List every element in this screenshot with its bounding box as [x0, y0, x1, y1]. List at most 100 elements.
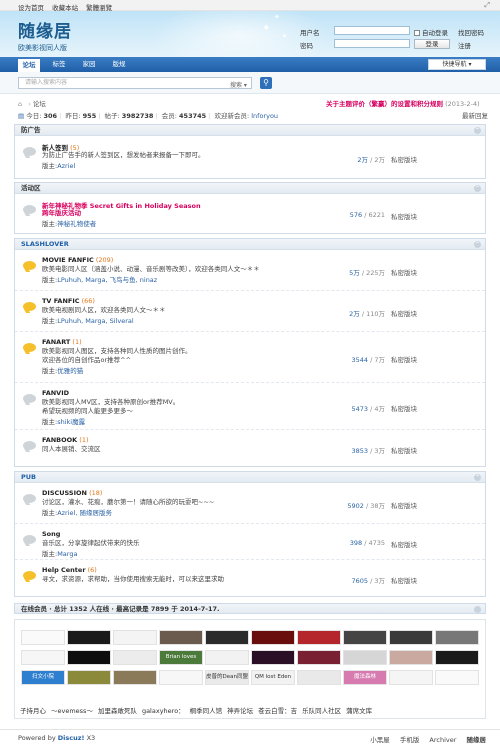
online-members-header[interactable]: 在线会员 · 总计 1352 人在线 · 最高记录是 7899 于 2014-7…	[14, 603, 486, 614]
private-forum-label[interactable]: 私密版块	[391, 308, 417, 318]
tab-rules[interactable]: 版规	[108, 58, 130, 70]
private-forum-label[interactable]: 私密版块	[391, 403, 417, 413]
collapse-icon[interactable]: ⌃	[474, 241, 481, 248]
latest-replies-link[interactable]: 最新回复	[462, 110, 488, 120]
friend-link-banner[interactable]: 皮普的Dean同盟	[205, 670, 249, 685]
search-type-select[interactable]: 搜索 ▾	[230, 80, 247, 89]
tab-forum[interactable]: 论坛	[18, 59, 40, 72]
category-header[interactable]: 防广告 ⌃	[15, 125, 485, 136]
moderator-links[interactable]: Marga	[57, 550, 77, 558]
friend-link-banner[interactable]	[389, 630, 433, 645]
friend-link-name[interactable]: 加里森敢死队	[98, 707, 137, 715]
moderator-links[interactable]: 神秘礼物使者	[57, 220, 96, 228]
search-button[interactable]: ⚲	[260, 77, 272, 89]
moderator-links[interactable]: LPuhuh, Marga, 飞鸟与鱼, ninaz	[57, 276, 157, 284]
friend-link-banner[interactable]	[67, 650, 111, 665]
register-link[interactable]: 注册	[458, 40, 471, 50]
password-input[interactable]	[334, 39, 410, 48]
forum-name-link[interactable]: Song	[42, 530, 60, 538]
footer-link-archiver[interactable]: Archiver	[429, 736, 456, 744]
moderator-links[interactable]: 优雅的猫	[57, 367, 83, 375]
forum-name-link[interactable]: FANVID	[42, 389, 69, 397]
search-input[interactable]: 请输入搜索内容	[18, 77, 252, 89]
moderator-links[interactable]: Azriel	[57, 162, 75, 170]
tab-tags[interactable]: 标签	[48, 58, 70, 70]
friend-link-banner[interactable]	[343, 650, 387, 665]
friend-link-banner[interactable]	[159, 630, 203, 645]
friend-link-banner[interactable]	[251, 650, 295, 665]
friend-link-banner[interactable]	[435, 670, 479, 685]
collapse-icon[interactable]: ⌃	[474, 474, 481, 481]
moderator-links[interactable]: LPuhuh, Marga, Silveral	[57, 317, 133, 325]
moderator-links[interactable]: shiki魔露	[57, 418, 85, 426]
friend-link-name[interactable]: 乐队同人社区	[302, 707, 341, 715]
site-logo[interactable]: 随缘居 欧美影视同人版	[18, 17, 72, 53]
login-button[interactable]: 登录	[414, 39, 450, 49]
private-forum-label[interactable]: 私密版块	[391, 575, 417, 585]
friend-link-banner[interactable]	[205, 650, 249, 665]
footer-link-blacklist[interactable]: 小黑屋	[370, 736, 390, 744]
collapse-icon[interactable]: ⌃	[474, 127, 481, 134]
private-forum-label[interactable]: 私密版块	[391, 445, 417, 455]
announcement-link[interactable]: 关于主题评价（繁赢）的设置和积分规则	[326, 100, 443, 108]
footer-link-site[interactable]: 随缘居	[467, 736, 487, 744]
resize-icon[interactable]: ⤢	[484, 1, 490, 10]
friend-link-name[interactable]: galaxyhero：	[142, 707, 185, 715]
private-forum-label[interactable]: 私密版块	[391, 500, 417, 510]
friend-link-banner[interactable]: Brian loves Justin	[159, 650, 203, 665]
friend-link-banner[interactable]	[435, 650, 479, 665]
breadcrumb-current[interactable]: 论坛	[33, 100, 46, 108]
username-input[interactable]	[334, 26, 410, 35]
private-forum-label[interactable]: 私密版块	[391, 154, 417, 164]
friend-link-banner[interactable]	[251, 630, 295, 645]
private-forum-label[interactable]: 私密版块	[391, 354, 417, 364]
moderator-links[interactable]: Azriel, 随缘居版务	[57, 509, 112, 517]
friend-link-banner[interactable]: 扫文小院	[21, 670, 65, 685]
forum-name-link[interactable]: TV FANFIC (66)	[42, 297, 95, 305]
friend-link-banner[interactable]	[113, 670, 157, 685]
friend-link-banner[interactable]	[435, 630, 479, 645]
friend-link-banner[interactable]	[21, 650, 65, 665]
friend-link-banner[interactable]	[389, 670, 433, 685]
newest-member-link[interactable]: lnforyou	[251, 112, 278, 120]
private-forum-label[interactable]: 私密版块	[391, 267, 417, 277]
friend-link-banner[interactable]	[297, 650, 341, 665]
friend-link-banner[interactable]	[113, 630, 157, 645]
friend-link-banner[interactable]: QM lost Eden	[251, 670, 295, 685]
friend-link-banner[interactable]	[389, 650, 433, 665]
friend-link-banner[interactable]	[297, 670, 341, 685]
friend-link-banner[interactable]	[67, 630, 111, 645]
friend-link-banner[interactable]	[21, 630, 65, 645]
forum-name-link[interactable]: FANART (1)	[42, 338, 82, 346]
collapse-icon[interactable]	[474, 606, 481, 613]
friend-link-banner[interactable]: 魔法森林	[343, 670, 387, 685]
footer-link-mobile[interactable]: 手机版	[400, 736, 420, 744]
forum-name-link[interactable]: Help Center (6)	[42, 566, 97, 574]
tab-home[interactable]: 家园	[78, 58, 100, 70]
friend-link-name[interactable]: 苍云白雪：吉	[258, 707, 297, 715]
friend-link-name[interactable]: 子持月心	[20, 707, 46, 715]
friend-link-name[interactable]: 桐季同人馆	[190, 707, 223, 715]
auto-login-checkbox[interactable]: 自动登录	[414, 27, 448, 37]
discuz-link[interactable]: Discuz!	[58, 734, 85, 742]
friend-link-name[interactable]: 蒲席文库	[346, 707, 372, 715]
private-forum-label[interactable]: 私密版块	[391, 211, 417, 221]
private-forum-label[interactable]: 私密版块	[391, 539, 417, 549]
friend-link-banner[interactable]	[159, 670, 203, 685]
home-icon[interactable]: ⌂	[18, 100, 22, 108]
category-header[interactable]: PUB ⌃	[15, 472, 485, 483]
forum-name-link[interactable]: MOVIE FANFIC (209)	[42, 256, 113, 264]
friend-link-banner[interactable]	[67, 670, 111, 685]
forum-name-link[interactable]: FANBOOK (1)	[42, 436, 89, 444]
forgot-password-link[interactable]: 找回密码	[458, 27, 484, 37]
collapse-icon[interactable]: ⌃	[474, 185, 481, 192]
friend-link-banner[interactable]	[343, 630, 387, 645]
friend-link-banner[interactable]	[113, 650, 157, 665]
category-header[interactable]: 活动区 ⌃	[15, 183, 485, 194]
friend-link-name[interactable]: 神弄论坛	[227, 707, 253, 715]
friend-link-name[interactable]: ～evemess～	[51, 707, 93, 715]
quick-nav-button[interactable]: 快捷导航 ▾	[428, 59, 486, 70]
friend-link-banner[interactable]	[205, 630, 249, 645]
friend-link-banner[interactable]	[297, 630, 341, 645]
forum-name-link[interactable]: DISCUSSION (18)	[42, 489, 102, 497]
